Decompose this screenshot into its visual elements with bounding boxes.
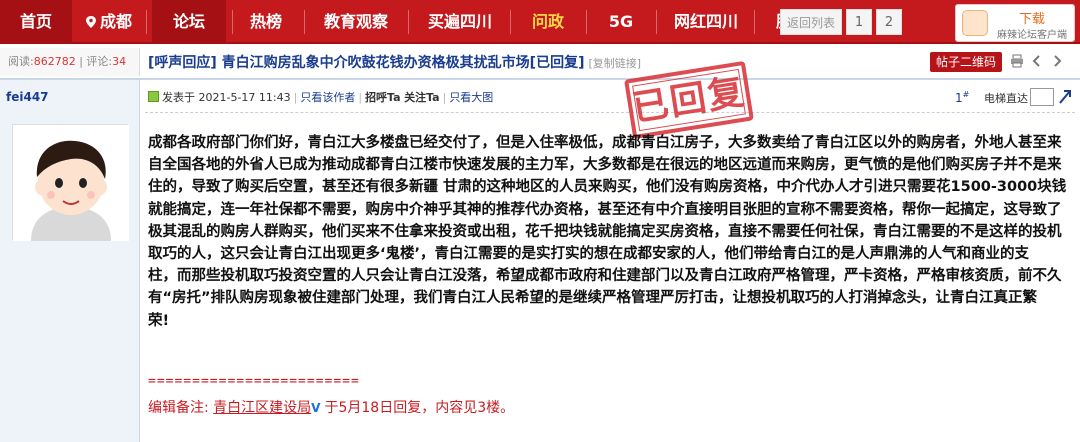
copy-link[interactable]: [复制链接] [588, 57, 641, 70]
post-body-line: 荣! [148, 312, 170, 329]
app-name-label: 麻辣论坛客户端 [997, 30, 1067, 41]
post-time: 发表于 2021-5-17 11:43 [162, 91, 291, 104]
nav-influencer[interactable]: 网红四川 [666, 0, 746, 44]
thread-tools [1010, 53, 1064, 68]
edit-note: 编辑备注: 青白江区建设局V 于5月18日回复，内容见3楼。 [148, 397, 514, 417]
views-label: 阅读: [8, 55, 34, 68]
back-to-list-link[interactable]: 返回列表 [780, 9, 843, 35]
only-images-link[interactable]: 只看大图 [449, 91, 493, 104]
prev-thread-icon[interactable] [1030, 53, 1044, 67]
comments-label: 评论: [86, 55, 113, 68]
post-body-line: 成都各政府部门你们好，青白江大多楼盘已经交付了，但是入住率极低，成都青白江房子，… [148, 135, 1062, 151]
nav-chengdu[interactable]: 成都 [78, 0, 140, 44]
stats-separator: | [75, 55, 87, 68]
avatar-icon [13, 125, 129, 241]
verified-icon: V [311, 401, 321, 415]
thread-title: [呼声回应] 青白江购房乱象中介吹鼓花钱办资格极其扰乱市场[已回复] [148, 55, 585, 71]
floor-suffix: # [962, 90, 970, 99]
page-1-button[interactable]: 1 [846, 9, 873, 35]
author-username[interactable]: fei447 [6, 90, 49, 104]
floor-digit: 1 [955, 91, 963, 105]
jump-label: 电梯直达 [984, 92, 1028, 105]
post-body: 成都各政府部门你们好，青白江大多楼盘已经交付了，但是入住率极低，成都青白江房子，… [148, 132, 1068, 332]
post-body-line: 柱，而那些投机取巧投资空置的人只会让青白江没落，希望成都市政府和住建部门以及青白… [148, 268, 1062, 285]
separator-rule: ======================== [148, 374, 360, 389]
nav-divider [304, 10, 305, 34]
app-download-badge[interactable]: 下载 麻辣论坛客户端 [955, 4, 1075, 42]
nav-divider [146, 10, 147, 34]
pager: 返回列表 1 2 [780, 8, 903, 36]
post-body-line: 住的，导致了购买后空置，甚至还有很多新疆 甘肃的这种地区的人员来购买，他们没有购… [148, 179, 1067, 196]
app-logo-icon [962, 10, 988, 36]
nav-divider [408, 10, 409, 34]
nav-divider [754, 10, 755, 34]
author-sidebar: fei447 [0, 80, 140, 442]
post-meta: 发表于 2021-5-17 11:43 | 只看该作者 | 招呼Ta 关注Ta | 只看大图 [140, 86, 1080, 110]
jump-floor-input[interactable] [1030, 88, 1054, 106]
avatar[interactable] [12, 124, 129, 241]
comments-count: 34 [112, 55, 127, 68]
nav-education[interactable]: 教育观察 [316, 0, 396, 44]
next-thread-icon[interactable] [1050, 53, 1064, 67]
meta-divider [145, 112, 1075, 113]
greet-link[interactable]: 招呼Ta [365, 91, 401, 104]
header-divider [0, 78, 1080, 80]
nav-chengdu-label: 成都 [99, 12, 132, 31]
thread-stats: 阅读:862782 | 评论:34 [0, 48, 140, 76]
post-body-line: 取巧的人，这只会让青白江出现更多‘鬼楼’，青白江需要的是实打实的想在成都安家的人… [148, 246, 1030, 263]
app-download-label: 下载 [1018, 12, 1045, 27]
nav-forum[interactable]: 论坛 [152, 0, 226, 44]
edit-note-suffix: 于5月18日回复，内容见3楼。 [324, 400, 515, 416]
nav-divider [232, 10, 233, 34]
nav-home[interactable]: 首页 [0, 0, 72, 44]
meta-separator: | [358, 91, 363, 104]
edit-note-prefix: 编辑备注: [148, 400, 209, 416]
jump-go-icon[interactable] [1058, 89, 1072, 105]
post-body-line: 有“房托”排队购房现象被住建部门处理，我们青白江人民希望的是继续严格管理严厉打击… [148, 290, 1038, 307]
print-icon[interactable] [1010, 53, 1024, 68]
meta-separator: | [293, 91, 298, 104]
nav-wenzheng[interactable]: 问政 [520, 0, 576, 44]
department-link[interactable]: 青白江区建设局 [213, 400, 311, 416]
meta-separator: | [442, 91, 447, 104]
nav-hot[interactable]: 热榜 [238, 0, 294, 44]
only-author-link[interactable]: 只看该作者 [300, 91, 355, 104]
post-body-line: 就能搞定，连一年社保都不需要，购房中介神乎其神的推荐代办资格，甚至还有中介直接明… [148, 201, 1062, 218]
post-body-line: 极其混乱的购房人群购买，他们买来不住拿来投资或出租，花千把块钱就能搞定买房资格，… [148, 223, 1062, 240]
location-pin-icon [85, 16, 96, 28]
floor-number: 1# [955, 90, 969, 105]
nav-divider [586, 10, 587, 34]
post-body-line: 自全国各地的外省人已成为推动成都青白江楼市快速发展的主力军，大多数都是在很远的地… [148, 157, 1062, 174]
top-navigation: 首页 成都 论坛 热榜 教育观察 买遍四川 问政 5G 网红四川 服务 返回列表… [0, 0, 1080, 44]
nav-shopping[interactable]: 买遍四川 [420, 0, 500, 44]
nav-divider [656, 10, 657, 34]
qr-code-button[interactable]: 帖子二维码 [930, 52, 1002, 72]
views-count: 862782 [33, 55, 76, 68]
stamp-text: 已回复 [629, 71, 749, 130]
post-status-icon [148, 91, 159, 102]
page-2-button[interactable]: 2 [876, 9, 903, 35]
follow-link[interactable]: 关注Ta [404, 91, 440, 104]
nav-divider [510, 10, 511, 34]
nav-5g[interactable]: 5G [596, 0, 646, 44]
